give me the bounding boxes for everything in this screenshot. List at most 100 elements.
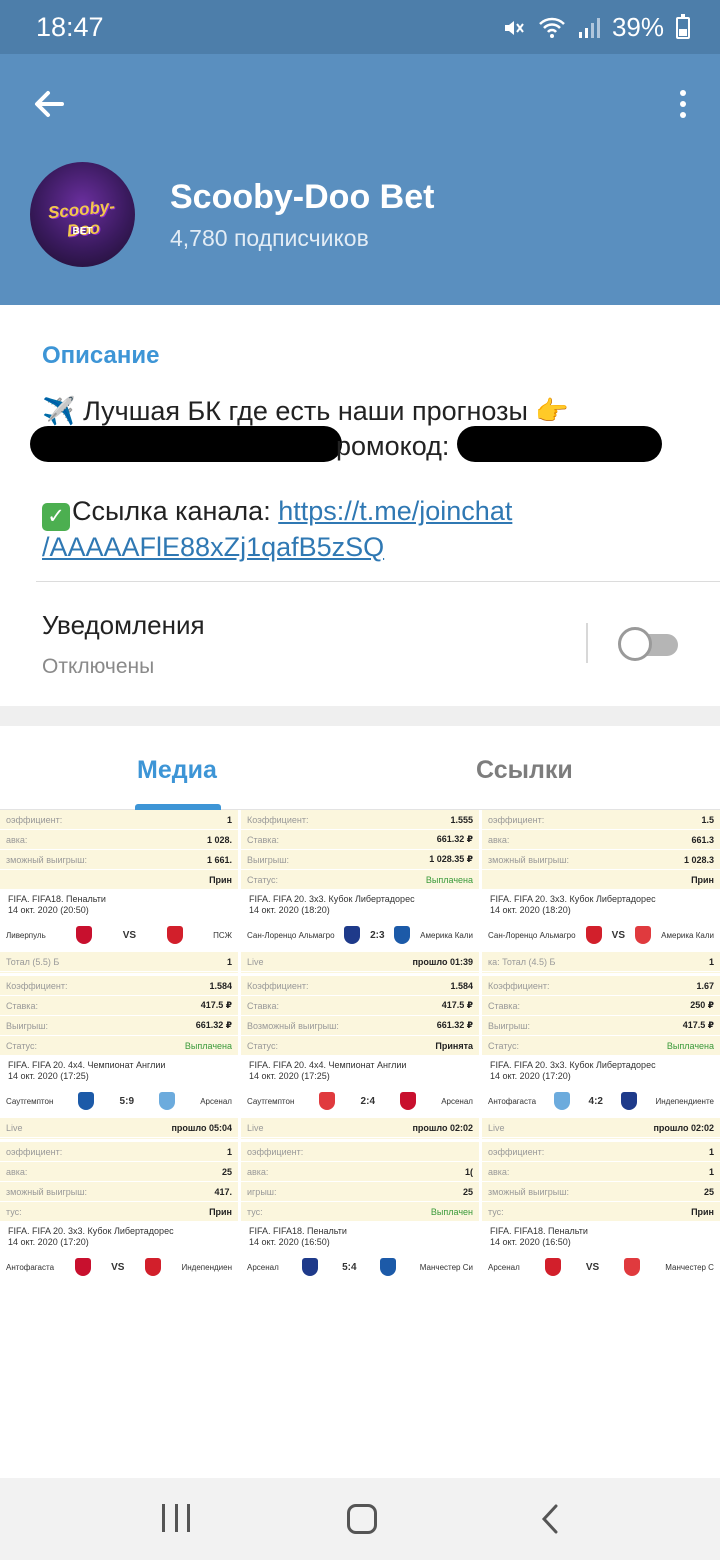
battery-percent: 39% (611, 12, 664, 42)
home-team: Ливерпуль (6, 930, 46, 940)
bet-detail-value: прошло 02:02 (653, 1122, 714, 1133)
bet-detail-value: 1.584 (209, 980, 232, 991)
avatar-logo: Scooby-Doo (47, 196, 116, 241)
bet-detail-key: зможный выигрыш: (488, 854, 569, 865)
home-team: Антофагаста (488, 1096, 537, 1106)
match-date: 14 окт. 2020 (16:50) (490, 1237, 571, 1247)
bet-detail-row: Прин (482, 972, 720, 973)
media-thumbnail[interactable]: Коэффициент: 1.584 Ставка: 417.5 ₽ Выигрыш: 6… (0, 976, 238, 1139)
match-info: FIFA. FIFA 20. 3x3. Кубок Либертадорес 14… (0, 1222, 238, 1284)
system-nav-bar (0, 1478, 720, 1560)
match-date: 14 окт. 2020 (18:20) (490, 905, 571, 915)
bet-detail-key: Ставка: (247, 834, 279, 845)
bet-detail-row: Live прошло 05:04 (0, 1118, 238, 1138)
bet-detail-key: Коэффициент: (6, 980, 68, 991)
match-date: 14 окт. 2020 (18:20) (249, 905, 330, 915)
status-bar: 18:47 39% (0, 0, 720, 54)
away-team: Америка Кали (420, 930, 473, 940)
bet-detail-key: Live (6, 1122, 23, 1133)
away-crest-icon (394, 926, 411, 944)
bet-detail-row: Тотал (5.5) Б 1 (0, 952, 238, 972)
match-teams: Антофагаста 4:2 Индепендиенте (488, 1092, 714, 1110)
home-team: Сан-Лоренцо Альмагро (247, 930, 335, 940)
bet-detail-key: Статус: (488, 1040, 519, 1051)
bet-detail-key: оэффициент: (488, 814, 545, 825)
bet-detail-row: Live прошло 02:02 (241, 1118, 479, 1138)
notifications-toggle[interactable] (618, 627, 680, 661)
bet-detail-key: Статус: (6, 1040, 37, 1051)
system-back-button[interactable] (536, 1502, 566, 1536)
bet-detail-value: Прин (691, 1206, 714, 1217)
media-thumbnail[interactable]: оэффициент: 1 авка: 1 зможный выигрыш: 25 тус:… (482, 1142, 720, 1300)
check-mark-icon: ✓ (42, 503, 70, 531)
match-score: 2:4 (360, 1095, 375, 1107)
more-options-button[interactable] (668, 82, 698, 126)
bet-detail-row: Ставка: Тотал (11.5) Б1.584 (0, 1138, 238, 1139)
bet-detail-key: Ставка: (6, 1000, 38, 1011)
bet-detail-row: Ставка: 661.32 ₽ (241, 830, 479, 850)
recents-icon (174, 1504, 178, 1532)
match-info: FIFA. FIFA 20. 4x4. Чемпионат Англии 14 о… (241, 1056, 479, 1118)
bet-detail-value: 417.5 ₽ (682, 1020, 714, 1030)
match-date: 14 окт. 2020 (16:50) (249, 1237, 330, 1247)
dot-icon (680, 101, 686, 107)
channel-header: Scooby-Doo BET Scooby-Doo Bet 4,780 подп… (0, 54, 720, 305)
shared-content-tabs: Медиа Ссылки (0, 726, 720, 810)
bet-detail-key: Live (488, 1122, 505, 1133)
match-info: FIFA. FIFA 20. 3x3. Кубок Либертадорес 14… (482, 890, 720, 952)
tab-links[interactable]: Ссылки (476, 756, 573, 785)
recent-apps-button[interactable] (162, 1504, 190, 1532)
media-thumbnail[interactable]: Коэффициент: 1.67 Ставка: 250 ₽ Выигрыш: 417.… (482, 976, 720, 1139)
match-teams: Ливерпуль VS ПСЖ (6, 926, 232, 944)
bet-detail-value: 25 (221, 1166, 232, 1177)
channel-avatar[interactable]: Scooby-Doo BET (30, 162, 135, 267)
vertical-divider (586, 623, 588, 663)
bet-detail-key: авка: (488, 834, 510, 845)
media-thumbnail[interactable]: Коэффициент: 1.584 Ставка: 417.5 ₽ Возможный… (241, 976, 479, 1139)
match-score: 5:4 (342, 1261, 357, 1273)
bet-detail-key: оэффициент: (247, 1146, 304, 1157)
away-crest-icon (635, 926, 652, 944)
bet-detail-value: 417.5 ₽ (200, 1000, 232, 1010)
away-crest-icon (159, 1092, 176, 1110)
bet-detail-key: Live (247, 956, 264, 967)
bet-detail-key: тус: (247, 1206, 263, 1217)
home-team: Саутгемптон (247, 1096, 295, 1106)
away-crest-icon (144, 1258, 161, 1276)
match-title: FIFA. FIFA18. Пенальти (8, 894, 106, 904)
bet-detail-row: Прин (0, 870, 238, 890)
tab-media[interactable]: Медиа (137, 756, 217, 785)
bet-detail-row: оэффициент: (241, 1142, 479, 1162)
home-team: Сан-Лоренцо Альмагро (488, 930, 576, 940)
back-button[interactable] (28, 82, 72, 126)
bet-detail-row: зможный выигрыш: 1 661. (0, 850, 238, 870)
media-thumbnail[interactable]: оэффициент: 1 авка: 1 028. зможный выигрыш: 1… (0, 810, 238, 973)
match-date: 14 окт. 2020 (17:20) (490, 1071, 571, 1081)
match-score: 4:2 (588, 1095, 603, 1107)
away-team: Манчестер С (665, 1262, 714, 1272)
bet-detail-value: Прин (209, 1206, 232, 1217)
bet-detail-value: 1.555 (450, 814, 473, 825)
media-thumbnail[interactable]: Коэффициент: 1.555 Ставка: 661.32 ₽ Выигрыш:… (241, 810, 479, 973)
media-thumbnail[interactable]: оэффициент: 1 авка: 25 зможный выигрыш: 417. т… (0, 1142, 238, 1300)
home-button[interactable] (347, 1504, 377, 1534)
match-teams: Антофагаста VS Индепендиен (6, 1258, 232, 1276)
bet-detail-value: 1 028. (206, 834, 232, 845)
dot-icon (680, 112, 686, 118)
bet-detail-value: прошло 01:39 (412, 956, 473, 967)
bet-detail-row: Статус: Выплачена (0, 1036, 238, 1056)
bet-detail-row: Ставка: 250 ₽ (482, 996, 720, 1016)
bet-detail-key: авка: (6, 1166, 28, 1177)
bet-detail-value: прошло 05:04 (171, 1122, 232, 1133)
bet-detail-value: 25 (703, 1186, 714, 1197)
media-thumbnail[interactable]: оэффициент: 1.5 авка: 661.3 зможный выигрыш:… (482, 810, 720, 973)
channel-name: Scooby-Doo Bet (170, 178, 435, 216)
home-crest-icon (74, 1258, 91, 1276)
notifications-label[interactable]: Уведомления (42, 610, 205, 641)
redaction-bar (457, 426, 662, 462)
bet-detail-row: тус:Прин (0, 972, 238, 973)
bet-detail-row: Live прошло 01:39 (241, 952, 479, 972)
status-icons: 39% (502, 12, 690, 43)
bet-detail-value: 661.3 (691, 834, 714, 845)
media-thumbnail[interactable]: оэффициент: авка: 1(игрыш: 25 тус: Выплачен FI… (241, 1142, 479, 1300)
